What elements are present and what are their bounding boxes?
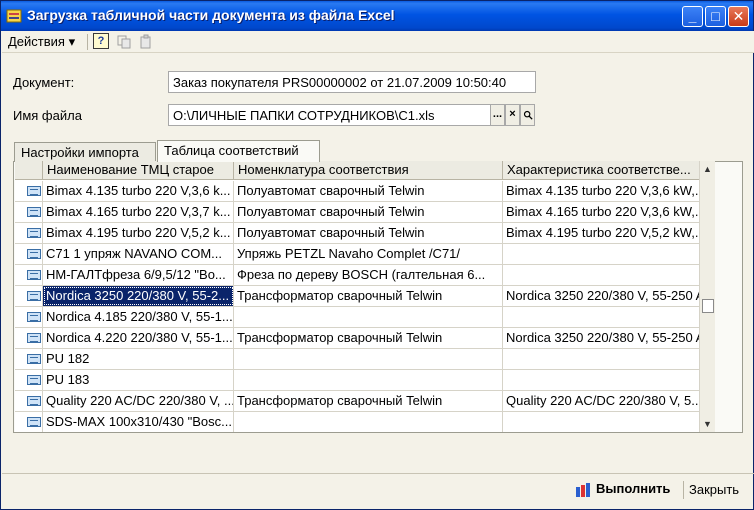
table-row[interactable]: SDS-MAX 100x310/430 "Bosc... bbox=[15, 412, 715, 432]
cell-nomenclature[interactable]: Полуавтомат сварочный Telwin bbox=[234, 202, 503, 222]
cell-nomenclature[interactable] bbox=[234, 370, 503, 390]
table-row[interactable]: Bimax 4.135 turbo 220 V,3,6 k... Полуавто… bbox=[15, 181, 715, 202]
row-icon-cell bbox=[15, 223, 43, 243]
cell-characteristic[interactable] bbox=[503, 265, 715, 285]
maximize-button[interactable]: □ bbox=[705, 6, 726, 27]
cell-old-name[interactable]: Nordica 4.185 220/380 V, 55-1... bbox=[43, 307, 234, 327]
cell-nomenclature[interactable]: Трансформатор сварочный Telwin bbox=[234, 328, 503, 348]
table-row[interactable]: Quality 220 AC/DC 220/380 V, ... Трансфор… bbox=[15, 391, 715, 412]
cell-characteristic[interactable] bbox=[503, 370, 715, 390]
table-row[interactable]: Nordica 3250 220/380 V, 55-2... Трансформ… bbox=[15, 286, 715, 307]
header-nomenclature[interactable]: Номенклатура соответствия bbox=[234, 161, 503, 180]
scroll-down-icon[interactable]: ▼ bbox=[700, 416, 715, 432]
paste-disabled-icon[interactable] bbox=[138, 34, 154, 50]
browse-button[interactable]: ... bbox=[490, 104, 505, 126]
row-icon-cell bbox=[15, 202, 43, 222]
cell-old-name[interactable]: Bimax 4.135 turbo 220 V,3,6 k... bbox=[43, 181, 234, 201]
dialog-window: Загрузка табличной части документа из фа… bbox=[0, 0, 754, 510]
cell-characteristic[interactable]: Quality 220 AC/DC 220/380 V, 5... bbox=[503, 391, 715, 411]
close-button[interactable]: Закрыть bbox=[689, 482, 739, 497]
bottom-divider bbox=[2, 473, 754, 474]
cell-old-name[interactable]: Nordica 4.220 220/380 V, 55-1... bbox=[43, 328, 234, 348]
app-icon bbox=[6, 9, 22, 23]
cell-characteristic[interactable]: Bimax 4.135 turbo 220 V,3,6 kW,... bbox=[503, 181, 715, 201]
cell-old-name[interactable]: С71 1 упряж NAVANO COM... bbox=[43, 244, 234, 264]
cell-old-name[interactable]: PU 183 bbox=[43, 370, 234, 390]
cell-nomenclature[interactable] bbox=[234, 412, 503, 432]
cell-old-name[interactable]: Nordica 3250 220/380 V, 55-2... bbox=[43, 286, 234, 306]
cell-old-name[interactable]: НМ-ГАЛТфреза 6/9,5/12 "Bo... bbox=[43, 265, 234, 285]
copy-disabled-icon[interactable] bbox=[116, 34, 132, 50]
cell-nomenclature[interactable]: Трансформатор сварочный Telwin bbox=[234, 286, 503, 306]
window-title: Загрузка табличной части документа из фа… bbox=[27, 7, 395, 23]
table-row[interactable]: Bimax 4.165 turbo 220 V,3,7 k... Полуавто… bbox=[15, 202, 715, 223]
cell-nomenclature[interactable]: Упряжь PETZL Navaho Complet /C71/ bbox=[234, 244, 503, 264]
open-search-icon[interactable] bbox=[520, 104, 535, 126]
cell-characteristic[interactable] bbox=[503, 244, 715, 264]
cell-characteristic[interactable]: Bimax 4.165 turbo 220 V,3,6 kW,... bbox=[503, 202, 715, 222]
title-bar[interactable]: Загрузка табличной части документа из фа… bbox=[1, 1, 753, 31]
row-icon-cell bbox=[15, 181, 43, 201]
document-label: Документ: bbox=[13, 75, 75, 90]
header-old-name[interactable]: Наименование ТМЦ старое bbox=[43, 161, 234, 180]
cell-characteristic[interactable] bbox=[503, 307, 715, 327]
cell-characteristic[interactable] bbox=[503, 412, 715, 432]
scroll-thumb[interactable] bbox=[702, 299, 714, 313]
run-button[interactable]: Выполнить bbox=[576, 481, 670, 501]
table-row[interactable]: Nordica 4.220 220/380 V, 55-1... Трансфор… bbox=[15, 328, 715, 349]
cell-characteristic[interactable]: Bimax 4.195 turbo 220 V,5,2 kW,... bbox=[503, 223, 715, 243]
table-row[interactable]: Nordica 4.185 220/380 V, 55-1... bbox=[15, 307, 715, 328]
table-row[interactable]: PU 183 bbox=[15, 370, 715, 391]
vertical-scrollbar[interactable]: ▲ ▼ bbox=[699, 161, 715, 432]
row-icon-cell bbox=[15, 328, 43, 348]
toolbar: Действия ▾ ? bbox=[2, 31, 754, 53]
cell-characteristic[interactable]: Nordica 3250 220/380 V, 55-250 A bbox=[503, 286, 715, 306]
table-row[interactable]: С71 1 упряж NAVANO COM... Упряжь PETZL Na… bbox=[15, 244, 715, 265]
table-row[interactable]: НМ-ГАЛТфреза 6/9,5/12 "Bo... Фреза по дер… bbox=[15, 265, 715, 286]
row-icon-cell bbox=[15, 286, 43, 306]
header-characteristic[interactable]: Характеристика соответстве... bbox=[503, 161, 715, 180]
run-icon bbox=[576, 483, 590, 497]
file-name-label: Имя файла bbox=[13, 108, 82, 123]
cell-nomenclature[interactable] bbox=[234, 307, 503, 327]
button-divider bbox=[683, 481, 684, 499]
run-label: Выполнить bbox=[596, 481, 671, 496]
cell-nomenclature[interactable]: Полуавтомат сварочный Telwin bbox=[234, 223, 503, 243]
row-icon-cell bbox=[15, 307, 43, 327]
row-icon-cell bbox=[15, 244, 43, 264]
cell-characteristic[interactable]: Nordica 3250 220/380 V, 55-250 A bbox=[503, 328, 715, 348]
clear-icon[interactable]: × bbox=[505, 104, 520, 126]
cell-old-name[interactable]: Bimax 4.195 turbo 220 V,5,2 k... bbox=[43, 223, 234, 243]
cell-nomenclature[interactable]: Полуавтомат сварочный Telwin bbox=[234, 181, 503, 201]
row-icon-cell bbox=[15, 370, 43, 390]
cell-old-name[interactable]: Quality 220 AC/DC 220/380 V, ... bbox=[43, 391, 234, 411]
header-icon-column bbox=[15, 161, 43, 180]
cell-old-name[interactable]: PU 182 bbox=[43, 349, 234, 369]
table-header: Наименование ТМЦ старое Номенклатура соо… bbox=[15, 161, 715, 180]
row-icon-cell bbox=[15, 349, 43, 369]
row-icon-cell bbox=[15, 412, 43, 432]
cell-characteristic[interactable] bbox=[503, 349, 715, 369]
close-window-button[interactable]: ✕ bbox=[728, 6, 749, 27]
row-icon-cell bbox=[15, 391, 43, 411]
cell-nomenclature[interactable]: Трансформатор сварочный Telwin bbox=[234, 391, 503, 411]
table-row[interactable]: PU 182 bbox=[15, 349, 715, 370]
actions-menu-button[interactable]: Действия ▾ bbox=[8, 34, 75, 50]
row-icon-cell bbox=[15, 265, 43, 285]
help-icon[interactable]: ? bbox=[93, 33, 109, 49]
file-name-field[interactable]: O:\ЛИЧНЫЕ ПАПКИ СОТРУДНИКОВ\С1.xls bbox=[168, 104, 491, 126]
scroll-up-icon[interactable]: ▲ bbox=[700, 161, 715, 177]
toolbar-divider bbox=[87, 34, 88, 50]
cell-nomenclature[interactable] bbox=[234, 349, 503, 369]
document-field[interactable]: Заказ покупателя PRS00000002 от 21.07.20… bbox=[168, 71, 536, 93]
minimize-button[interactable]: _ bbox=[682, 6, 703, 27]
cell-old-name[interactable]: SDS-MAX 100x310/430 "Bosc... bbox=[43, 412, 234, 432]
tab-mapping-table[interactable]: Таблица соответствий bbox=[157, 140, 320, 162]
cell-nomenclature[interactable]: Фреза по дереву BOSCH (галтельная 6... bbox=[234, 265, 503, 285]
tab-import-settings[interactable]: Настройки импорта bbox=[14, 142, 156, 162]
table-row[interactable]: Bimax 4.195 turbo 220 V,5,2 k... Полуавто… bbox=[15, 223, 715, 244]
cell-old-name[interactable]: Bimax 4.165 turbo 220 V,3,7 k... bbox=[43, 202, 234, 222]
mapping-table[interactable]: Наименование ТМЦ старое Номенклатура соо… bbox=[15, 161, 715, 432]
